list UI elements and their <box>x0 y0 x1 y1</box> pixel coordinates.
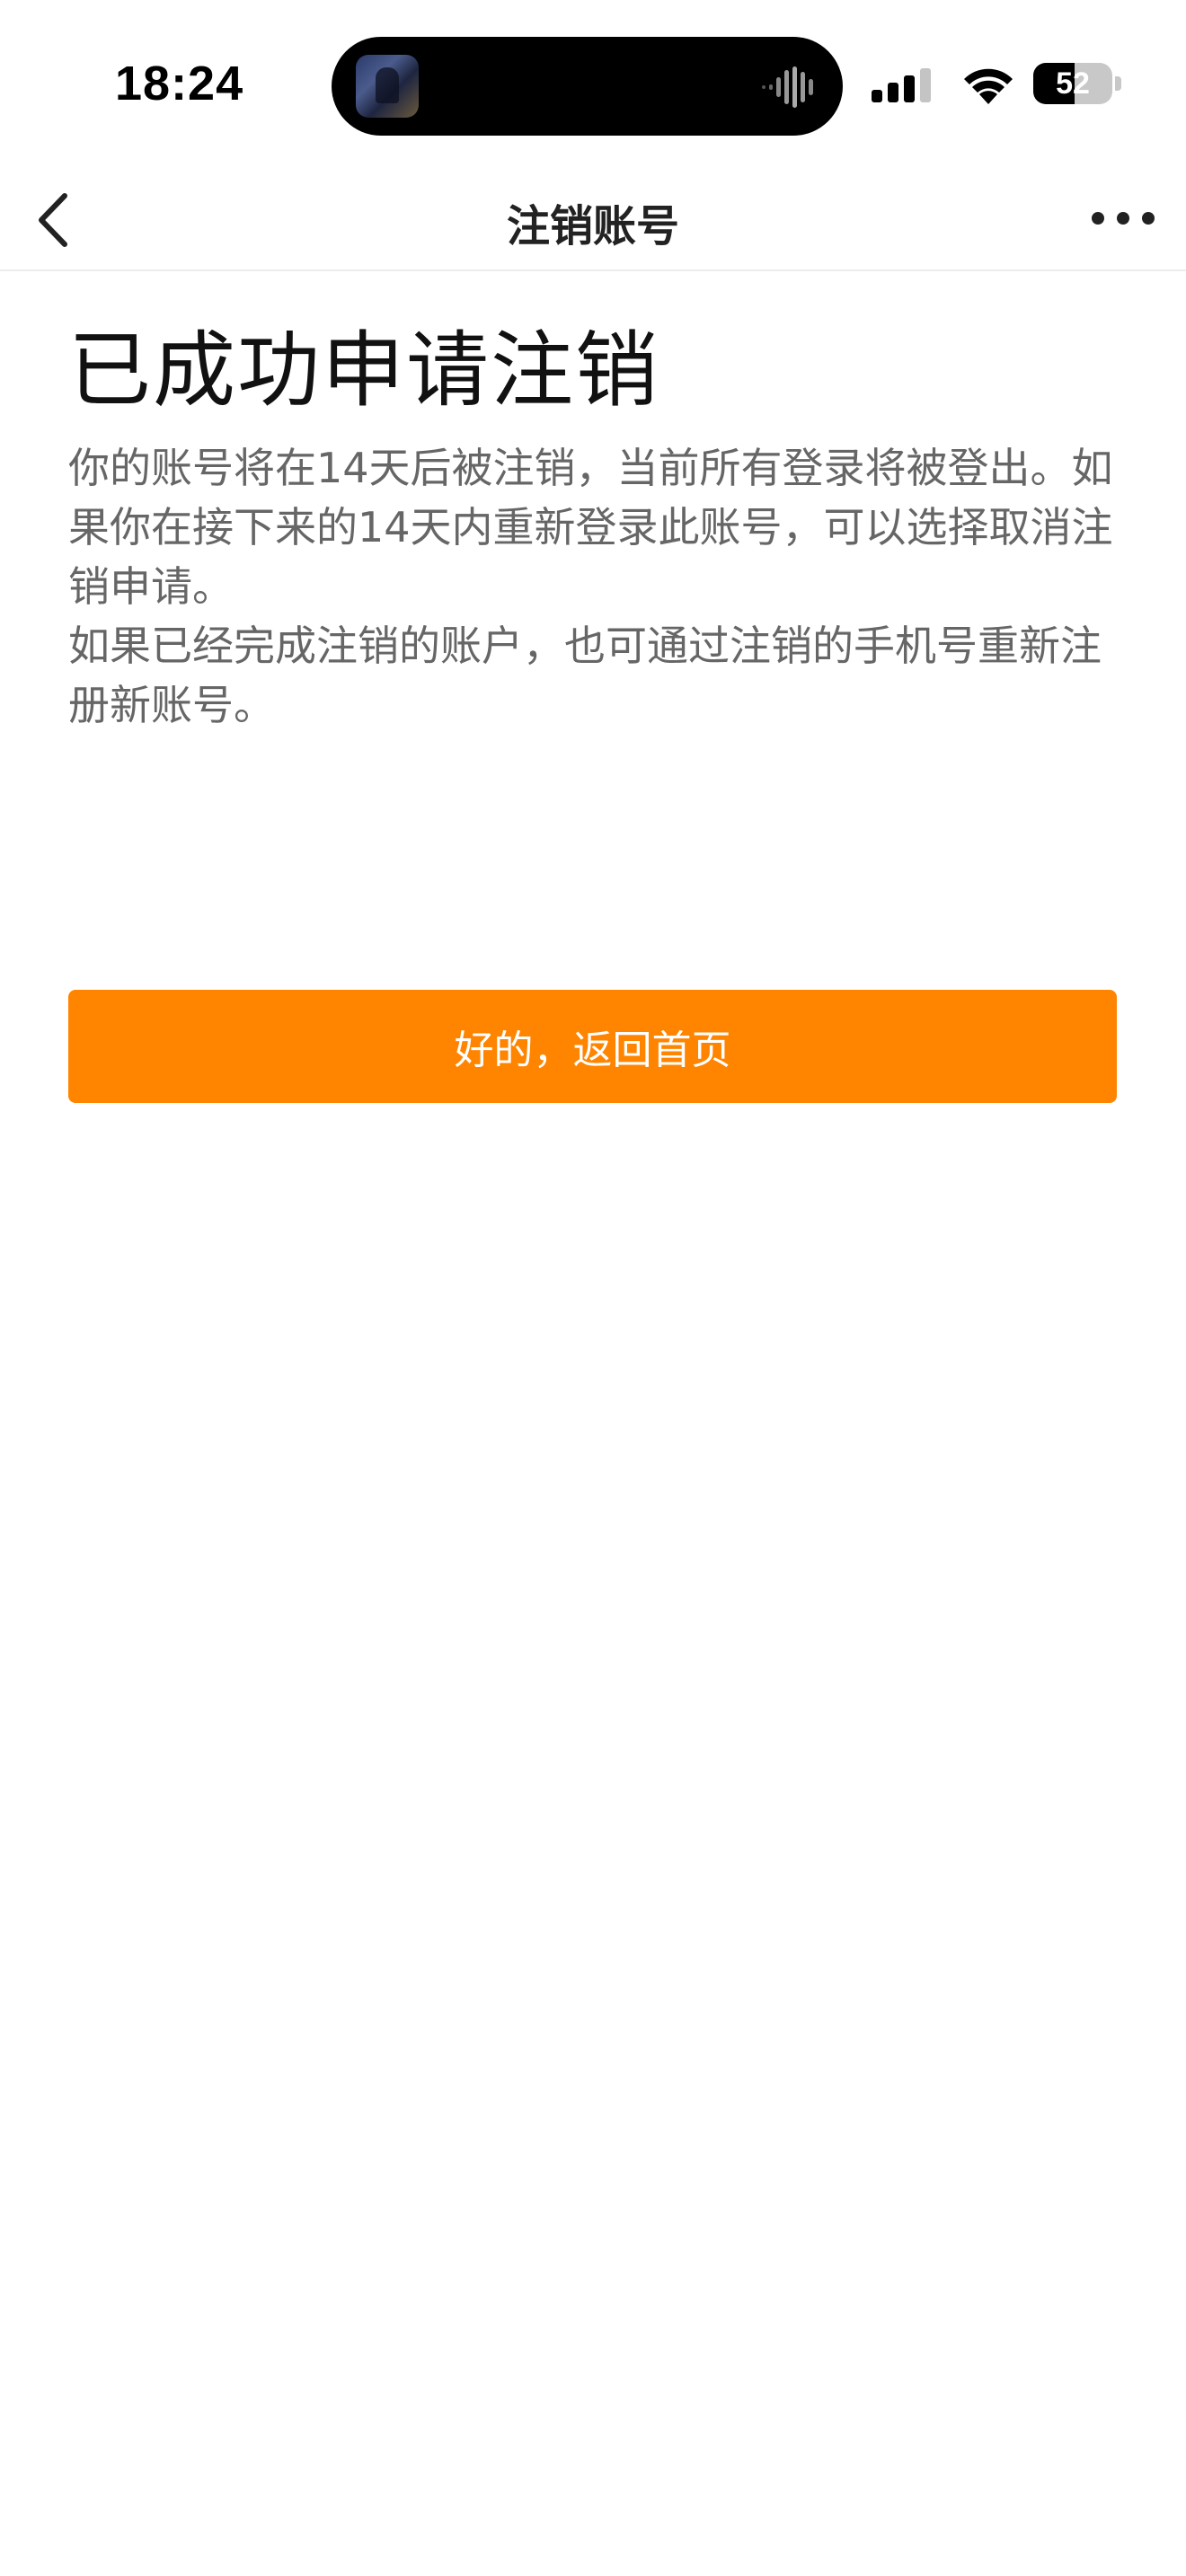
main-content: 已成功申请注销 你的账号将在14天后被注销，当前所有登录将被登出。如果你在接下来… <box>68 322 1118 735</box>
status-bar: 18:24 52 <box>0 0 1186 171</box>
cellular-signal-icon <box>872 68 931 102</box>
description-paragraph: 如果已经完成注销的账户，也可通过注销的手机号重新注册新账号。 <box>68 622 1102 729</box>
more-dots-icon <box>1092 212 1155 225</box>
battery-level: 52 <box>1056 66 1090 101</box>
description-paragraph: 你的账号将在14天后被注销，当前所有登录将被登出。如果你在接下来的14天内重新登… <box>68 444 1113 611</box>
battery-cap <box>1115 76 1121 91</box>
result-description: 你的账号将在14天后被注销，当前所有登录将被登出。如果你在接下来的14天内重新登… <box>68 438 1118 735</box>
battery-body: 52 <box>1033 63 1112 104</box>
status-indicators: 52 <box>872 59 1123 108</box>
return-home-button[interactable]: 好的，返回首页 <box>68 990 1117 1103</box>
navigation-bar: 注销账号 <box>0 171 1186 271</box>
page-title: 注销账号 <box>506 201 679 251</box>
more-options-button[interactable] <box>1078 187 1168 250</box>
dynamic-island[interactable] <box>332 37 843 136</box>
now-playing-artwork[interactable] <box>356 55 419 118</box>
wifi-icon <box>964 68 1013 104</box>
result-heading: 已成功申请注销 <box>68 322 660 419</box>
status-time: 18:24 <box>115 57 244 110</box>
audio-waveform-icon <box>762 66 813 108</box>
battery-icon: 52 <box>1033 63 1123 104</box>
